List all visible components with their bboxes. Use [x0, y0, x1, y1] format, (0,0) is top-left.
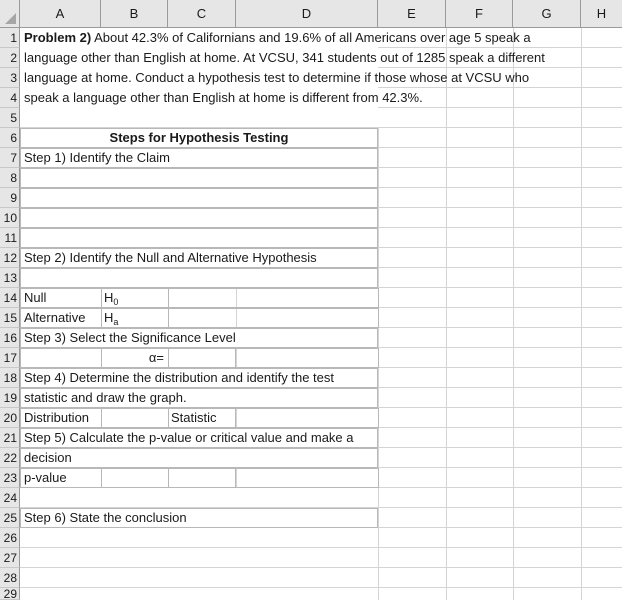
gridline-col-6-0: [581, 28, 582, 600]
spreadsheet-grid: A B C D E F G H 1 2 3 4 5 6 7 8 9 10 11 12 13 14 15 16 1…: [0, 0, 622, 600]
row-header-20[interactable]: 20: [0, 408, 20, 428]
bordered-cell-b20[interactable]: [101, 408, 169, 428]
select-all-corner[interactable]: [0, 0, 20, 27]
row-header-4[interactable]: 4: [0, 88, 20, 108]
row-header-7[interactable]: 7: [0, 148, 20, 168]
cell-a1-problem-line1[interactable]: Problem 2) About 42.3% of Californians a…: [21, 28, 601, 48]
problem-line1-text: About 42.3% of Californians and 19.6% of…: [91, 30, 531, 46]
row-header-29[interactable]: 29: [0, 588, 20, 600]
row-header-5[interactable]: 5: [0, 108, 20, 128]
column-header-strip: A B C D E F G H: [0, 0, 622, 28]
row-header-16[interactable]: 16: [0, 328, 20, 348]
column-header-a[interactable]: A: [20, 0, 101, 27]
cell-b17-alpha-label[interactable]: α=: [101, 348, 168, 368]
column-header-e[interactable]: E: [378, 0, 446, 27]
bordered-cell-a17[interactable]: [20, 348, 102, 368]
bordered-cell-row13[interactable]: [20, 268, 378, 288]
column-header-f[interactable]: F: [446, 0, 513, 27]
cell-a16-step3[interactable]: Step 3) Select the Significance Level: [21, 328, 378, 348]
row-header-13[interactable]: 13: [0, 268, 20, 288]
row-header-10[interactable]: 10: [0, 208, 20, 228]
column-header-b[interactable]: B: [101, 0, 168, 27]
cell-a7-step1[interactable]: Step 1) Identify the Claim: [21, 148, 378, 168]
bordered-cell-cd15[interactable]: [168, 308, 379, 328]
row-header-11[interactable]: 11: [0, 228, 20, 248]
cell-a20-distribution-label[interactable]: Distribution: [21, 408, 101, 428]
bordered-cell-d20[interactable]: [235, 408, 379, 428]
cell-a12-step2[interactable]: Step 2) Identify the Null and Alternativ…: [21, 248, 378, 268]
cell-a21-step5-line1[interactable]: Step 5) Calculate the p-value or critica…: [21, 428, 378, 448]
cell-a3-problem-line3[interactable]: language at home. Conduct a hypothesis t…: [21, 68, 601, 88]
bordered-cell-c23[interactable]: [168, 468, 236, 488]
row-header-9[interactable]: 9: [0, 188, 20, 208]
row-header-19[interactable]: 19: [0, 388, 20, 408]
cell-a4-problem-line4[interactable]: speak a language other than English at h…: [21, 88, 601, 108]
row-header-15[interactable]: 15: [0, 308, 20, 328]
row-header-3[interactable]: 3: [0, 68, 20, 88]
row-header-24[interactable]: 24: [0, 488, 20, 508]
bordered-cell-d17[interactable]: [235, 348, 379, 368]
row-header-8[interactable]: 8: [0, 168, 20, 188]
gridline-row-28: [20, 587, 622, 588]
grid-body: Problem 2) About 42.3% of Californians a…: [20, 28, 622, 600]
bordered-cell-row8[interactable]: [20, 168, 378, 188]
bordered-cell-b23[interactable]: [101, 468, 169, 488]
row-header-26[interactable]: 26: [0, 528, 20, 548]
select-all-triangle-icon: [5, 13, 16, 24]
column-header-h[interactable]: H: [581, 0, 622, 27]
row-header-17[interactable]: 17: [0, 348, 20, 368]
bordered-cell-c17[interactable]: [168, 348, 236, 368]
column-header-g[interactable]: G: [513, 0, 581, 27]
gridline-row-27: [20, 567, 622, 568]
gridline-col-5-0: [513, 28, 514, 600]
gridline-col-4-0: [446, 28, 447, 600]
row-header-23[interactable]: 23: [0, 468, 20, 488]
row-header-6[interactable]: 6: [0, 128, 20, 148]
cell-a23-pvalue-label[interactable]: p-value: [21, 468, 101, 488]
null-symbol-base: H: [104, 290, 114, 306]
cell-a25-step6[interactable]: Step 6) State the conclusion: [21, 508, 378, 528]
row-header-27[interactable]: 27: [0, 548, 20, 568]
column-header-c[interactable]: C: [168, 0, 236, 27]
cell-a2-problem-line2[interactable]: language other than English at home. At …: [21, 48, 601, 68]
cell-a18-step4-line1[interactable]: Step 4) Determine the distribution and i…: [21, 368, 378, 388]
column-header-d[interactable]: D: [236, 0, 378, 27]
bordered-cell-row9[interactable]: [20, 188, 378, 208]
cell-a6-section-title[interactable]: Steps for Hypothesis Testing: [20, 128, 378, 148]
row-header-2[interactable]: 2: [0, 48, 20, 68]
bordered-cell-row11[interactable]: [20, 228, 378, 248]
row-header-21[interactable]: 21: [0, 428, 20, 448]
row-header-28[interactable]: 28: [0, 568, 20, 588]
row-header-12[interactable]: 12: [0, 248, 20, 268]
row-header-22[interactable]: 22: [0, 448, 20, 468]
bordered-cell-cd14[interactable]: [168, 288, 379, 308]
cell-b15-alternative-symbol[interactable]: Ha: [101, 308, 168, 328]
cell-a15-alternative-label[interactable]: Alternative: [21, 308, 101, 328]
cell-c20-statistic-label[interactable]: Statistic: [168, 408, 236, 428]
cell-b14-null-symbol[interactable]: H0: [101, 288, 168, 308]
null-symbol-subscript: 0: [113, 297, 119, 308]
alt-symbol-subscript: a: [113, 317, 119, 328]
row-header-1[interactable]: 1: [0, 28, 20, 48]
row-header-18[interactable]: 18: [0, 368, 20, 388]
gridline-row-26: [20, 547, 622, 548]
bordered-cell-row10[interactable]: [20, 208, 378, 228]
alt-symbol-base: H: [104, 310, 114, 326]
cell-a19-step4-line2[interactable]: statistic and draw the graph.: [21, 388, 378, 408]
row-header-14[interactable]: 14: [0, 288, 20, 308]
cell-a14-null-label[interactable]: Null: [21, 288, 101, 308]
cell-a22-step5-line2[interactable]: decision: [21, 448, 378, 468]
row-header-25[interactable]: 25: [0, 508, 20, 528]
problem-label: Problem 2): [24, 30, 92, 46]
bordered-cell-d23[interactable]: [235, 468, 379, 488]
